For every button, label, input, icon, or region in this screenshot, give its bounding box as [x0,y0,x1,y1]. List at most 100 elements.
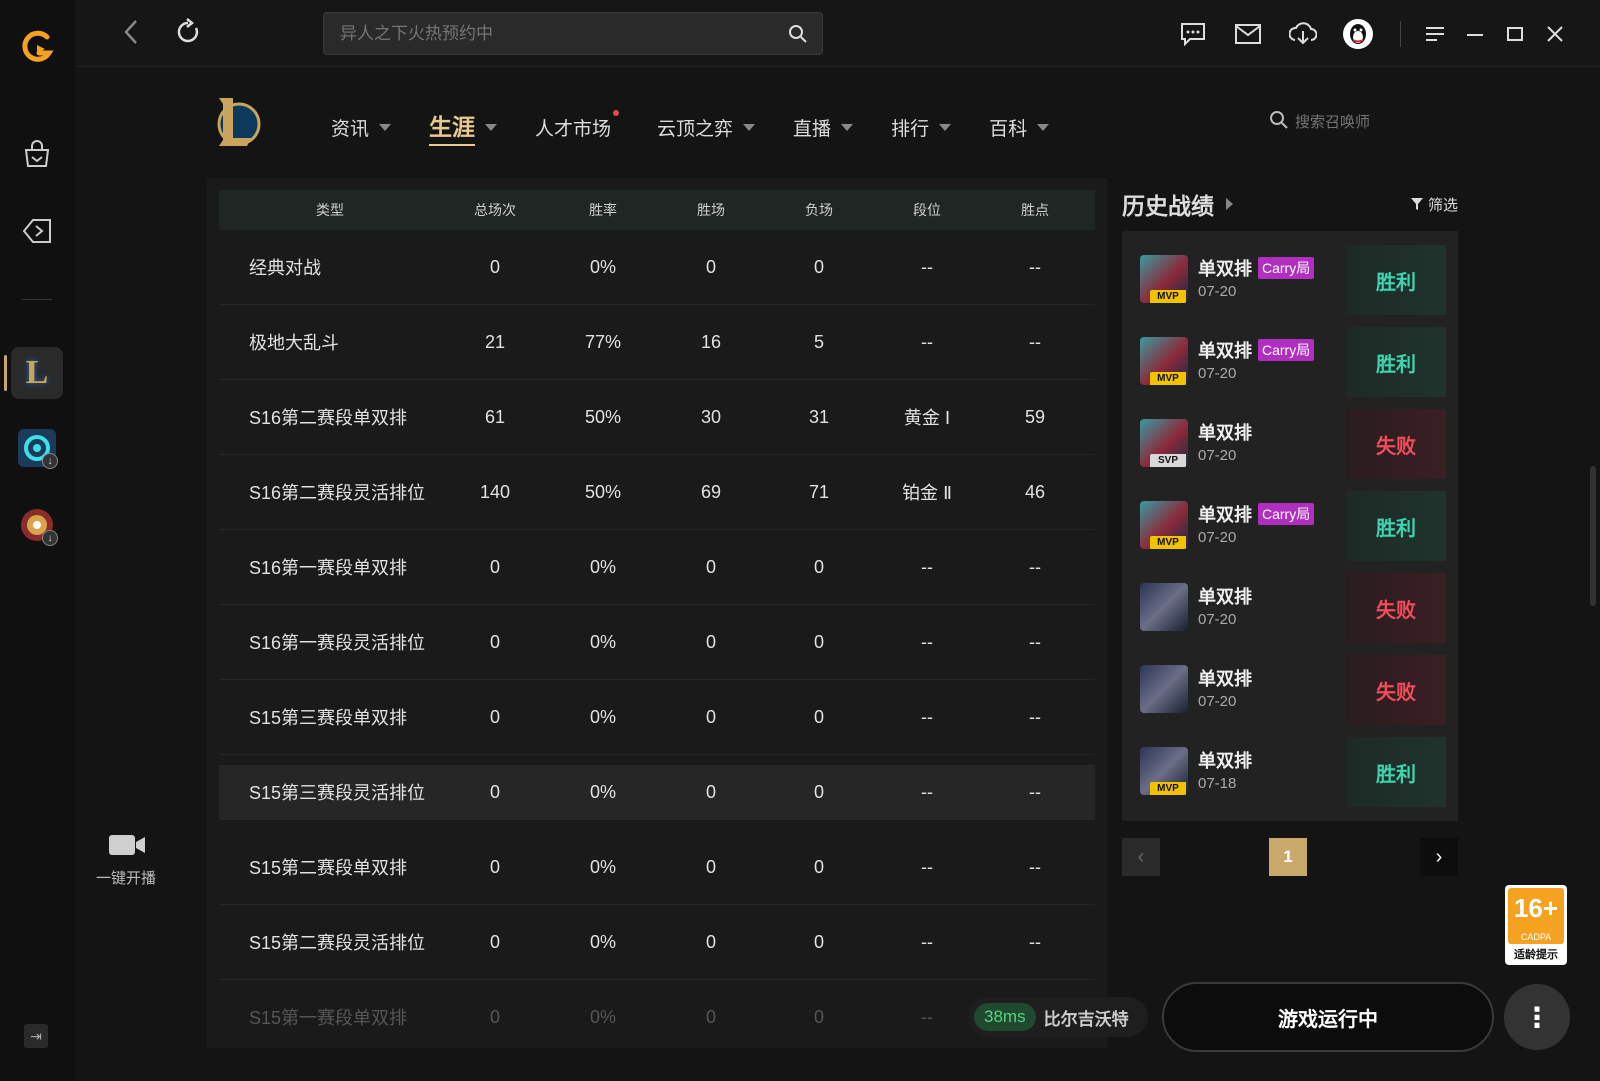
tab-ranking[interactable]: 排行 [891,108,952,146]
tab-tft[interactable]: 云顶之弈 [657,108,756,146]
qq-avatar[interactable] [1338,14,1378,54]
download-badge-icon: ↓ [42,530,58,546]
table-row[interactable]: 经典对战 0 0% 0 0 -- -- [219,230,1095,305]
summoner-search-input[interactable] [1295,113,1395,131]
lol-game-logo-icon[interactable] [211,94,261,155]
global-search-input[interactable] [324,13,822,54]
store-bag-icon[interactable] [14,131,60,177]
table-cell: 46 [1024,481,1046,502]
search-icon[interactable] [1269,110,1289,134]
minimize-icon[interactable] [1455,14,1495,54]
match-result: 胜利 [1346,491,1446,561]
table-row[interactable]: S15第一赛段单双排00%00---- [219,980,1095,1048]
stream-label: 一键开播 [95,870,156,887]
game-dnf-tile[interactable]: ↓ [14,502,60,548]
match-history-title[interactable]: 历史战绩 [1122,187,1233,221]
tab-talent-market[interactable]: 人才市场 [535,108,620,146]
table-row[interactable]: S16第一赛段灵活排位 0 0% 0 0 -- -- [219,605,1095,680]
table-row[interactable]: S16第二赛段单双排 61 50% 30 31 黄金 Ⅰ 59 [219,380,1095,455]
table-row[interactable]: S16第二赛段灵活排位 140 50% 69 71 铂金 Ⅱ 46 [219,455,1095,530]
table-cell: S16第二赛段单双排 [249,408,408,428]
table-cell: S15第一赛段单双排 [249,1008,408,1028]
table-row[interactable]: S15第三赛段灵活排位 0 0% 0 0 -- -- [219,765,1095,820]
queue-type: 单双排 Carry局 [1198,501,1315,527]
more-options-icon[interactable]: ⋮ [1504,984,1570,1050]
match-item[interactable]: 单双排 07-20 失败 [1122,571,1458,653]
table-cell: 极地大乱斗 [249,333,339,353]
next-page-icon[interactable]: › [1420,838,1458,876]
summoner-search[interactable] [1269,110,1395,134]
game-valorant-tile[interactable]: ↓ [14,425,60,471]
champion-icon [1140,665,1188,713]
tab-career[interactable]: 生涯 [429,108,498,146]
back-arrow-icon[interactable] [123,18,139,53]
queue-type: 单双排 [1198,419,1252,445]
table-cell: 0 [813,556,824,577]
gift-coupon-icon[interactable] [14,208,60,254]
download-icon[interactable] [1283,14,1323,54]
table-cell: 31 [808,406,830,427]
table-cell: 59 [1024,406,1046,427]
tab-wiki[interactable]: 百科 [989,108,1050,146]
match-item[interactable]: MVP 单双排 07-18 胜利 [1122,735,1458,817]
game-tabs: 资讯 生涯 人才市场 云顶之弈 直播 排行 百科 [331,108,1087,146]
refresh-icon[interactable] [175,18,201,53]
table-cell: 0% [589,706,616,727]
global-search[interactable] [323,12,823,55]
tab-news[interactable]: 资讯 [331,108,392,146]
table-cell: 0% [589,856,616,877]
game-lol-tile[interactable]: L [10,346,64,400]
table-cell: 140 [479,481,511,502]
match-item[interactable]: SVP 单双排 07-20 失败 [1122,407,1458,489]
table-cell: 铂金 Ⅱ [902,483,952,503]
filter-icon [1410,198,1423,210]
maximize-icon[interactable] [1495,14,1535,54]
expand-rail-icon[interactable]: ⇥ [24,1024,48,1048]
table-cell: 0 [705,856,716,877]
chat-icon[interactable] [1173,14,1213,54]
table-row[interactable]: S15第三赛段单双排 0 0% 0 0 -- -- [219,680,1095,755]
table-cell: 0 [705,631,716,652]
chevron-down-icon [841,123,854,131]
match-item[interactable]: MVP 单双排 Carry局 07-20 胜利 [1122,243,1458,325]
prev-page-icon[interactable]: ‹ [1122,838,1160,876]
filter-button[interactable]: 筛选 [1410,194,1458,215]
header-losses: 负场 [805,202,833,218]
carry-tag: Carry局 [1258,503,1315,525]
server-selector[interactable]: 38ms 比尔吉沃特 [968,997,1148,1037]
mail-icon[interactable] [1228,14,1268,54]
table-cell: 69 [700,481,722,502]
queue-type: 单双排 [1198,747,1252,773]
age-rating-badge: 16+ CADPA 适龄提示 [1505,885,1567,965]
table-row[interactable]: S16第一赛段单双排 0 0% 0 0 -- -- [219,530,1095,605]
table-row[interactable]: S15第二赛段单双排 0 0% 0 0 -- -- [219,830,1095,905]
match-result: 胜利 [1346,245,1446,315]
tab-live[interactable]: 直播 [793,108,854,146]
table-row[interactable]: S15第二赛段灵活排位 0 0% 0 0 -- -- [219,905,1095,980]
table-row[interactable]: 极地大乱斗 21 77% 16 5 -- -- [219,305,1095,380]
table-cell: 0 [813,256,824,277]
camera-icon [108,833,145,857]
match-item[interactable]: MVP 单双排 Carry局 07-20 胜利 [1122,325,1458,407]
menu-icon[interactable] [1415,14,1455,54]
match-date: 07-18 [1198,775,1237,792]
page-number[interactable]: 1 [1269,838,1307,876]
scrollbar[interactable] [1590,466,1596,606]
app-logo-icon[interactable] [14,24,60,70]
game-running-button[interactable]: 游戏运行中 [1162,982,1494,1052]
one-click-stream-button[interactable]: 一键开播 [86,833,166,888]
table-cell: 0 [489,781,500,802]
table-cell: S15第三赛段单双排 [249,708,408,728]
table-cell: 0 [813,781,824,802]
close-icon[interactable] [1535,14,1575,54]
table-cell: 77% [584,331,622,352]
table-cell: 0 [489,256,500,277]
match-date: 07-20 [1198,529,1237,546]
match-item[interactable]: MVP 单双排 Carry局 07-20 胜利 [1122,489,1458,571]
table-cell: -- [921,931,933,952]
table-cell: 0 [813,931,824,952]
champion-icon: MVP [1140,747,1188,795]
search-icon[interactable] [788,24,808,49]
match-item[interactable]: 单双排 07-20 失败 [1122,653,1458,735]
notification-dot [613,110,620,116]
